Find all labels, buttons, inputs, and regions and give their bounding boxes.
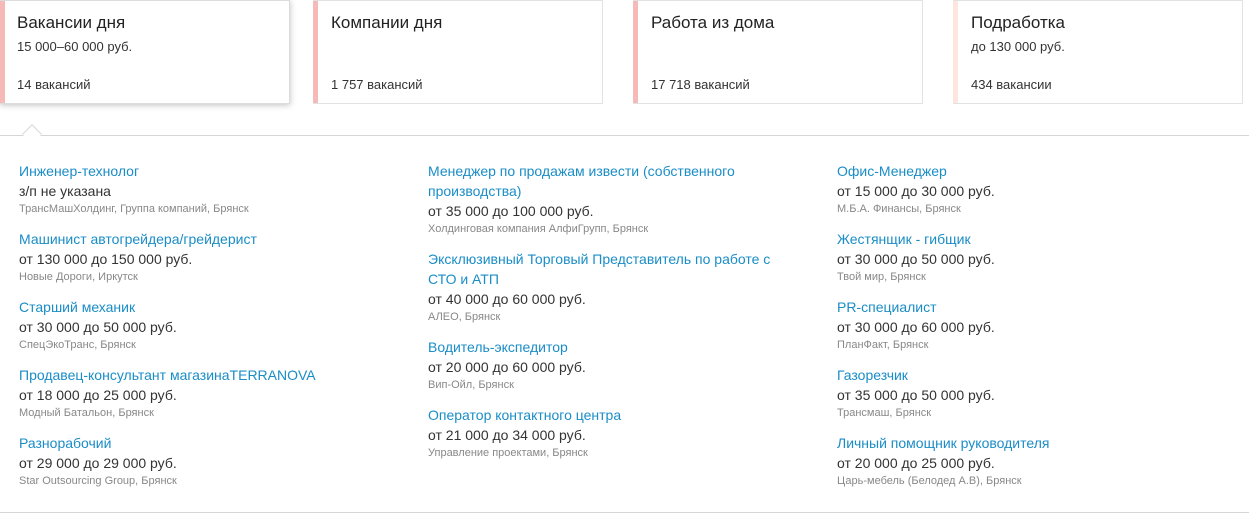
vacancy-salary: от 29 000 до 29 000 руб.: [19, 455, 177, 471]
bottom-divider: [0, 512, 1249, 513]
vacancy-salary: от 20 000 до 60 000 руб.: [428, 359, 586, 375]
vacancy-salary: от 40 000 до 60 000 руб.: [428, 291, 586, 307]
vacancy-company: Вип-Ойл, Брянск: [428, 379, 514, 391]
tab-vacancies-of-day[interactable]: Вакансии дня 15 000–60 000 руб. 14 вакан…: [0, 0, 290, 104]
vacancy-company: Новые Дороги, Иркутск: [19, 271, 138, 283]
tab-count: 434 вакансии: [971, 77, 1052, 92]
tab-title: Компании дня: [331, 13, 443, 32]
tab-work-from-home[interactable]: Работа из дома 17 718 вакансий: [633, 0, 923, 104]
vacancy-company: Star Outsourcing Group, Брянск: [19, 475, 177, 487]
tab-title: Вакансии дня: [17, 13, 126, 32]
vacancy-title-link[interactable]: PR-специалист: [837, 297, 1207, 317]
vacancy-company: СпецЭкоТранс, Брянск: [19, 339, 136, 351]
tab-accent-stripe: [313, 1, 318, 103]
tab-count: 14 вакансий: [17, 77, 91, 92]
vacancy-title-link[interactable]: Инженер-технолог: [19, 161, 389, 181]
vacancy-title-link[interactable]: Газорезчик: [837, 365, 1207, 385]
vacancy-item: Водитель-экспедитор от 20 000 до 60 000 …: [428, 337, 798, 393]
vacancy-salary: от 21 000 до 34 000 руб.: [428, 427, 586, 443]
vacancy-company: Модный Батальон, Брянск: [19, 407, 154, 419]
vacancy-salary: от 130 000 до 150 000 руб.: [19, 251, 193, 267]
vacancy-salary: от 15 000 до 30 000 руб.: [837, 183, 995, 199]
vacancy-salary: от 20 000 до 25 000 руб.: [837, 455, 995, 471]
vacancy-salary: от 30 000 до 60 000 руб.: [837, 319, 995, 335]
vacancy-company: ПланФакт, Брянск: [837, 339, 929, 351]
vacancy-company: Холдинговая компания АлфиГрупп, Брянск: [428, 223, 649, 235]
tab-accent-stripe: [953, 1, 958, 103]
vacancy-item: Жестянщик - гибщик от 30 000 до 50 000 р…: [837, 229, 1207, 285]
vacancy-company: Царь-мебель (Белодед А.В), Брянск: [837, 475, 1022, 487]
vacancy-company: АЛЕО, Брянск: [428, 311, 501, 323]
vacancy-item: Старший механик от 30 000 до 50 000 руб.…: [19, 297, 389, 353]
vacancy-company: Твой мир, Брянск: [837, 271, 926, 283]
vacancy-company: Трансмаш, Брянск: [837, 407, 932, 419]
vacancy-title-line: Менеджер по продажам извести (собственно…: [428, 163, 735, 179]
vacancy-salary: от 30 000 до 50 000 руб.: [19, 319, 177, 335]
tab-title: Работа из дома: [651, 13, 775, 32]
tab-accent-stripe: [0, 1, 5, 103]
vacancy-column-1: Инженер-технолог з/п не указана ТрансМаш…: [19, 161, 389, 501]
vacancy-title-link[interactable]: Личный помощник руководителя: [837, 433, 1207, 453]
vacancy-salary: з/п не указана: [19, 183, 111, 199]
vacancy-item: Офис-Менеджер от 15 000 до 30 000 руб. М…: [837, 161, 1207, 217]
vacancy-company: Управление проектами, Брянск: [428, 447, 588, 459]
vacancy-title-link[interactable]: Водитель-экспедитор: [428, 337, 798, 357]
vacancy-item: Личный помощник руководителя от 20 000 д…: [837, 433, 1207, 489]
tab-count: 17 718 вакансий: [651, 77, 750, 92]
vacancy-tabs: Вакансии дня 15 000–60 000 руб. 14 вакан…: [0, 0, 1249, 136]
vacancy-salary: от 18 000 до 25 000 руб.: [19, 387, 177, 403]
vacancy-item: Эксклюзивный Торговый Представитель по р…: [428, 249, 798, 325]
vacancy-item: Разнорабочий от 29 000 до 29 000 руб. St…: [19, 433, 389, 489]
vacancy-title-link[interactable]: Старший механик: [19, 297, 389, 317]
tab-count: 1 757 вакансий: [331, 77, 423, 92]
tab-subtitle: до 130 000 руб.: [971, 39, 1065, 54]
vacancy-item: Машинист автогрейдера/грейдерист от 130 …: [19, 229, 389, 285]
vacancy-title-link[interactable]: Оператор контактного центра: [428, 405, 798, 425]
vacancy-salary: от 35 000 до 100 000 руб.: [428, 203, 594, 219]
vacancy-item: Оператор контактного центра от 21 000 до…: [428, 405, 798, 461]
tab-accent-stripe: [633, 1, 638, 103]
vacancy-column-2: Менеджер по продажам извести (собственно…: [428, 161, 798, 473]
vacancy-item: Менеджер по продажам извести (собственно…: [428, 161, 798, 237]
vacancy-item: Продавец-консультант магазинаTERRANOVA о…: [19, 365, 389, 421]
vacancy-salary: от 35 000 до 50 000 руб.: [837, 387, 995, 403]
vacancy-title-link[interactable]: Офис-Менеджер: [837, 161, 1207, 181]
vacancy-column-3: Офис-Менеджер от 15 000 до 30 000 руб. М…: [837, 161, 1207, 501]
tab-title: Подработка: [971, 13, 1065, 32]
vacancy-item: Инженер-технолог з/п не указана ТрансМаш…: [19, 161, 389, 217]
vacancy-title-link[interactable]: Жестянщик - гибщик: [837, 229, 1207, 249]
vacancy-title-link[interactable]: Эксклюзивный Торговый Представитель по р…: [428, 249, 798, 289]
vacancy-title-link[interactable]: Продавец-консультант магазинаTERRANOVA: [19, 365, 389, 385]
tab-subtitle: 15 000–60 000 руб.: [17, 39, 133, 54]
vacancy-title-line: производства): [428, 183, 522, 199]
tab-part-time[interactable]: Подработка до 130 000 руб. 434 вакансии: [953, 0, 1243, 104]
vacancy-company: ТрансМашХолдинг, Группа компаний, Брянск: [19, 203, 249, 215]
vacancy-title-link[interactable]: Разнорабочий: [19, 433, 389, 453]
tab-companies-of-day[interactable]: Компании дня 1 757 вакансий: [313, 0, 603, 104]
vacancy-item: Газорезчик от 35 000 до 50 000 руб. Тран…: [837, 365, 1207, 421]
vacancy-item: PR-специалист от 30 000 до 60 000 руб. П…: [837, 297, 1207, 353]
tabs-divider: [0, 135, 1249, 136]
vacancy-company: М.Б.А. Финансы, Брянск: [837, 203, 961, 215]
vacancy-title-line: Эксклюзивный Торговый Представитель по р…: [428, 251, 771, 267]
vacancy-salary: от 30 000 до 50 000 руб.: [837, 251, 995, 267]
vacancy-title-link[interactable]: Машинист автогрейдера/грейдерист: [19, 229, 389, 249]
vacancy-title-link[interactable]: Менеджер по продажам извести (собственно…: [428, 161, 798, 201]
vacancy-title-line: СТО и АТП: [428, 271, 499, 287]
